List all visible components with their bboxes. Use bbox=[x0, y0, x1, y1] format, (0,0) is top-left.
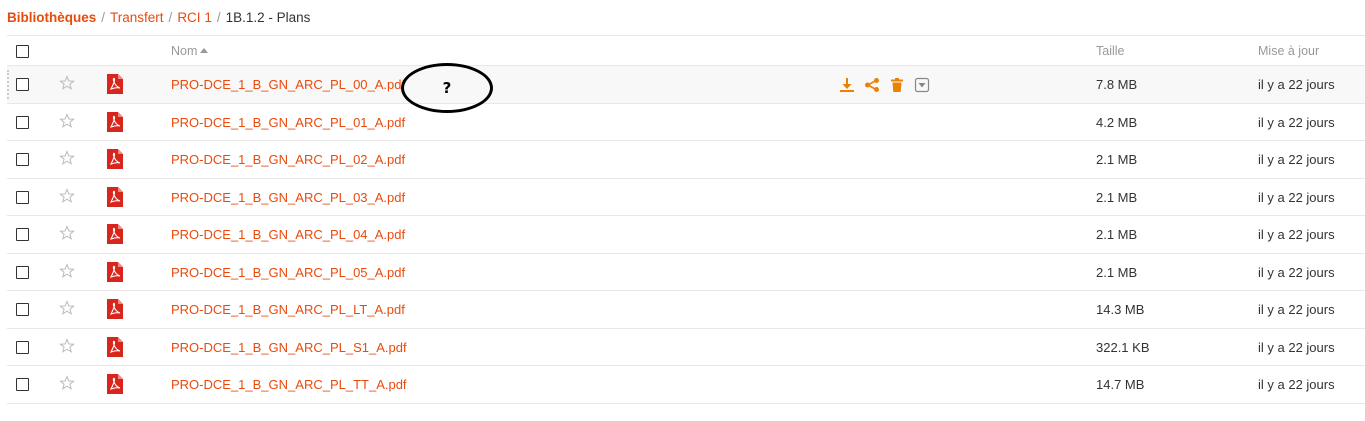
file-name-link[interactable]: PRO-DCE_1_B_GN_ARC_PL_LT_A.pdf bbox=[171, 291, 405, 328]
file-size: 2.1 MB bbox=[1096, 227, 1138, 242]
pdf-file-icon bbox=[107, 111, 123, 132]
column-header-size[interactable]: Taille bbox=[1096, 36, 1125, 67]
star-icon[interactable] bbox=[59, 337, 75, 354]
star-icon[interactable] bbox=[59, 225, 75, 241]
sort-ascending-icon bbox=[200, 48, 209, 53]
star-icon[interactable] bbox=[59, 375, 75, 391]
file-modified-date: il y a 22 jours bbox=[1258, 114, 1335, 130]
file-name-link[interactable]: PRO-DCE_1_B_GN_ARC_PL_02_A.pdf bbox=[171, 141, 405, 178]
file-modified-date: il y a 22 jours bbox=[1258, 227, 1335, 242]
row-checkbox[interactable] bbox=[16, 378, 29, 391]
download-icon[interactable] bbox=[839, 77, 855, 93]
star-icon[interactable] bbox=[59, 262, 75, 279]
star-icon[interactable] bbox=[59, 75, 75, 91]
pdf-file-icon bbox=[107, 224, 123, 244]
file-modified-date: il y a 22 jours bbox=[1258, 339, 1335, 355]
file-name-link[interactable]: PRO-DCE_1_B_GN_ARC_PL_05_A.pdf bbox=[171, 254, 405, 291]
file-modified-date: il y a 22 jours bbox=[1258, 152, 1335, 167]
file-modified-date: il y a 22 jours bbox=[1258, 264, 1335, 280]
breadcrumb-current-folder: 1B.1.2 - Plans bbox=[225, 10, 311, 25]
column-header-modified[interactable]: Mise à jour bbox=[1258, 36, 1319, 67]
file-name-link[interactable]: PRO-DCE_1_B_GN_ARC_PL_S1_A.pdf bbox=[171, 329, 407, 366]
file-size: 14.7 MB bbox=[1096, 377, 1145, 392]
table-row[interactable]: PRO-DCE_1_B_GN_ARC_PL_02_A.pdf 2.1 MB il y… bbox=[7, 141, 1365, 179]
select-all-checkbox[interactable] bbox=[16, 45, 29, 58]
file-size: 2.1 MB bbox=[1096, 189, 1138, 205]
breadcrumb-rci1-link[interactable]: RCI 1 bbox=[177, 10, 212, 25]
pdf-file-icon bbox=[107, 299, 123, 319]
pdf-file-icon bbox=[107, 336, 123, 357]
star-icon[interactable] bbox=[59, 300, 75, 316]
row-checkbox[interactable] bbox=[16, 153, 29, 166]
table-row[interactable]: PRO-DCE_1_B_GN_ARC_PL_04_A.pdf 2.1 MB il y… bbox=[7, 216, 1365, 254]
file-table: Nom Taille Mise à jour PRO-DCE_1_B_GN_AR… bbox=[7, 35, 1365, 404]
star-icon[interactable] bbox=[59, 187, 75, 204]
file-name-link[interactable]: PRO-DCE_1_B_GN_ARC_PL_00_A.pdf bbox=[171, 66, 405, 103]
pdf-file-icon bbox=[107, 149, 123, 169]
file-size: 2.1 MB bbox=[1096, 152, 1138, 167]
file-name-link[interactable]: PRO-DCE_1_B_GN_ARC_PL_TT_A.pdf bbox=[171, 366, 407, 403]
file-size: 322.1 KB bbox=[1096, 339, 1150, 355]
row-checkbox[interactable] bbox=[16, 228, 29, 241]
table-row[interactable]: PRO-DCE_1_B_GN_ARC_PL_LT_A.pdf 14.3 MB il … bbox=[7, 291, 1365, 329]
row-checkbox[interactable] bbox=[16, 115, 29, 129]
delete-icon[interactable] bbox=[889, 77, 905, 93]
file-size: 14.3 MB bbox=[1096, 302, 1145, 317]
file-modified-date: il y a 22 jours bbox=[1258, 377, 1335, 392]
row-checkbox[interactable] bbox=[16, 265, 29, 279]
breadcrumb-transfert-link[interactable]: Transfert bbox=[110, 10, 164, 25]
file-modified-date: il y a 22 jours bbox=[1258, 302, 1335, 317]
more-dropdown-icon[interactable] bbox=[914, 77, 930, 93]
table-row[interactable]: PRO-DCE_1_B_GN_ARC_PL_03_A.pdf 2.1 MB il y… bbox=[7, 179, 1365, 216]
breadcrumb-libraries-link[interactable]: Bibliothèques bbox=[7, 10, 96, 25]
share-icon[interactable] bbox=[864, 77, 880, 93]
row-checkbox[interactable] bbox=[16, 190, 29, 204]
table-row[interactable]: PRO-DCE_1_B_GN_ARC_PL_00_A.pdf 7.8 MB il y… bbox=[7, 66, 1365, 104]
file-name-link[interactable]: PRO-DCE_1_B_GN_ARC_PL_01_A.pdf bbox=[171, 104, 405, 141]
file-name-link[interactable]: PRO-DCE_1_B_GN_ARC_PL_04_A.pdf bbox=[171, 216, 405, 253]
column-header-name[interactable]: Nom bbox=[171, 36, 209, 67]
table-row[interactable]: PRO-DCE_1_B_GN_ARC_PL_05_A.pdf 2.1 MB il y… bbox=[7, 254, 1365, 291]
breadcrumb-separator: / bbox=[101, 10, 106, 25]
file-modified-date: il y a 22 jours bbox=[1258, 77, 1335, 92]
star-icon[interactable] bbox=[59, 150, 75, 166]
column-header-name-label: Nom bbox=[171, 44, 198, 58]
row-checkbox[interactable] bbox=[16, 303, 29, 316]
breadcrumb-separator: / bbox=[216, 10, 221, 25]
pdf-file-icon bbox=[107, 374, 123, 394]
pdf-file-icon bbox=[107, 186, 123, 207]
pdf-file-icon bbox=[107, 74, 123, 94]
row-checkbox[interactable] bbox=[16, 340, 29, 354]
file-size: 7.8 MB bbox=[1096, 77, 1138, 92]
question-annotation-ellipse: ? bbox=[401, 63, 493, 113]
breadcrumb-separator: / bbox=[168, 10, 173, 25]
row-actions bbox=[839, 76, 930, 94]
star-icon[interactable] bbox=[59, 112, 75, 129]
file-name-link[interactable]: PRO-DCE_1_B_GN_ARC_PL_03_A.pdf bbox=[171, 179, 405, 216]
file-size: 2.1 MB bbox=[1096, 264, 1138, 280]
table-row[interactable]: PRO-DCE_1_B_GN_ARC_PL_01_A.pdf 4.2 MB il y… bbox=[7, 104, 1365, 141]
table-header: Nom Taille Mise à jour bbox=[7, 35, 1365, 66]
breadcrumb: Bibliothèques / Transfert / RCI 1 / 1B.1… bbox=[7, 0, 1365, 35]
row-checkbox[interactable] bbox=[16, 78, 29, 91]
pdf-file-icon bbox=[107, 261, 123, 282]
table-row[interactable]: PRO-DCE_1_B_GN_ARC_PL_TT_A.pdf 14.7 MB il … bbox=[7, 366, 1365, 404]
table-row[interactable]: PRO-DCE_1_B_GN_ARC_PL_S1_A.pdf 322.1 KB il… bbox=[7, 329, 1365, 366]
annotation-question-mark: ? bbox=[442, 79, 452, 97]
file-modified-date: il y a 22 jours bbox=[1258, 189, 1335, 205]
file-size: 4.2 MB bbox=[1096, 114, 1138, 130]
